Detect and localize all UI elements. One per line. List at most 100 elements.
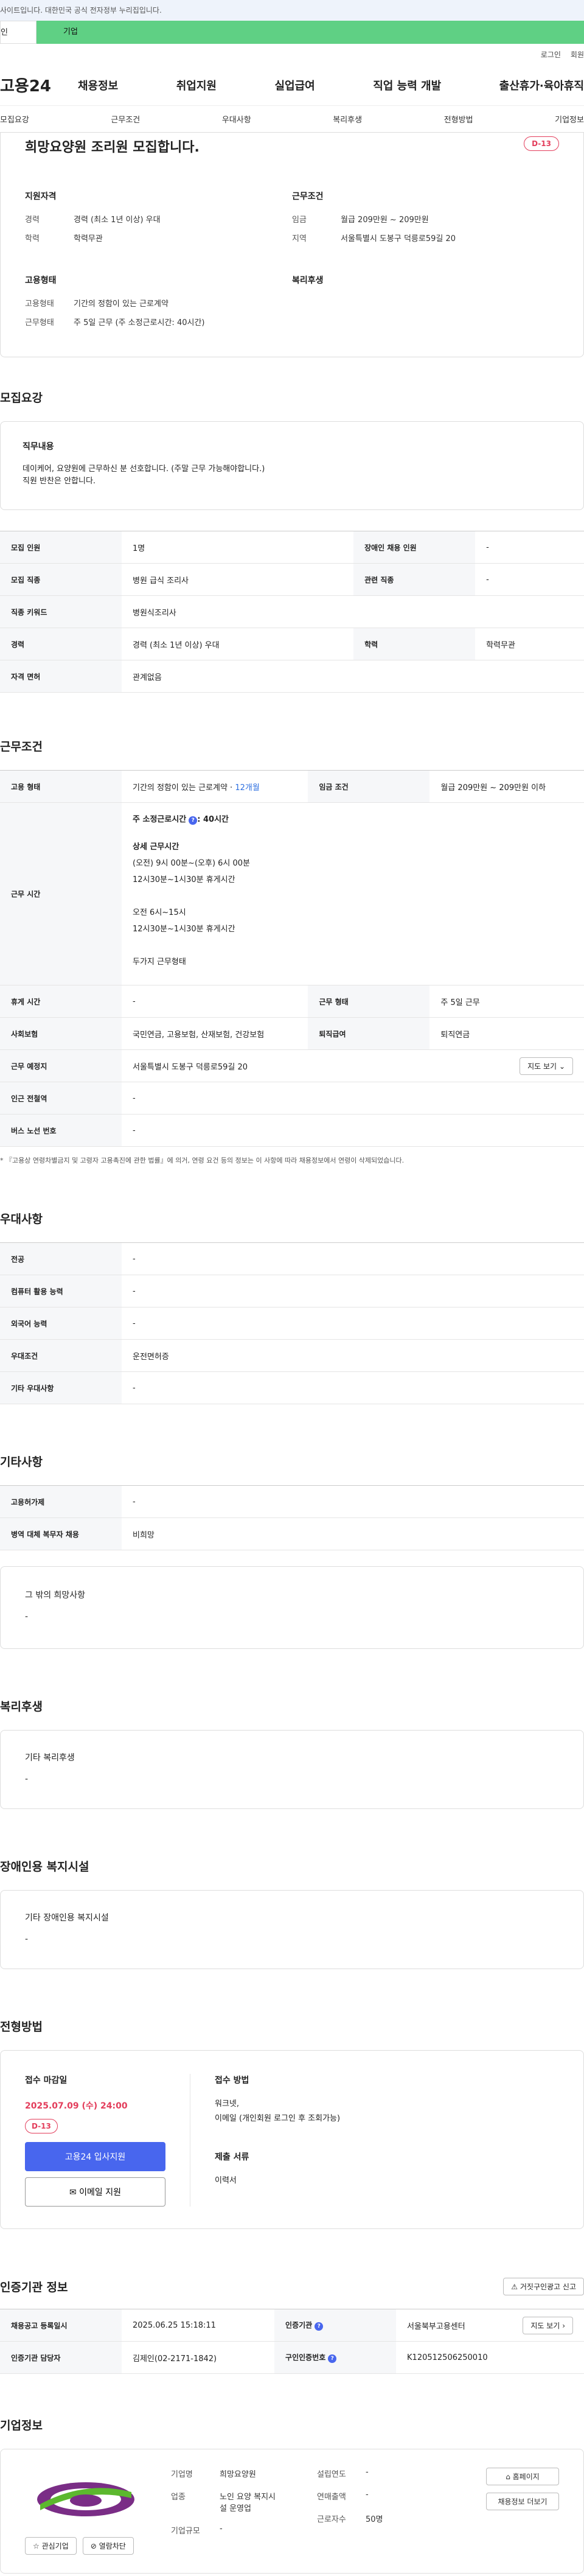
duty-line-2: 직원 반찬은 안합니다. xyxy=(23,477,96,486)
favorite-button[interactable]: ☆ 관심기업 xyxy=(25,2537,77,2555)
email-apply-label: 이메일 지원 xyxy=(79,2188,122,2197)
gnb-item-training[interactable]: 직업 능력 개발 xyxy=(373,77,441,93)
year-value: - xyxy=(366,2468,369,2477)
manager-value: 김제인(02-2171-1842) xyxy=(122,2341,275,2374)
table-row: 휴게 시간 - 근무 형태 주 5일 근무 xyxy=(0,985,584,1018)
more-jobs-button[interactable]: 채용정보 더보기 xyxy=(486,2493,559,2510)
manager-label: 인증기관 담당자 xyxy=(0,2341,122,2374)
employment-heading: 고용형태 xyxy=(25,276,57,285)
hours-detail-title: 상세 근무시간 xyxy=(133,842,179,852)
tab-company[interactable]: 기업 xyxy=(36,21,584,44)
subnav-conditions[interactable]: 근무조건 xyxy=(111,113,140,125)
pref-cond-value: 운전면허증 xyxy=(122,1339,584,1372)
info-icon[interactable]: ? xyxy=(328,2354,337,2363)
alert-icon: ⚠ xyxy=(511,2283,518,2291)
table-row: 모집 인원 1명 장애인 채용 인원 - xyxy=(0,531,584,564)
year-label: 설립연도 xyxy=(317,2470,346,2479)
org-map-button[interactable]: 지도 보기 › xyxy=(523,2316,573,2334)
chevron-down-icon: ⌄ xyxy=(558,1062,565,1071)
worktype-label: 근무 형태 xyxy=(308,985,430,1018)
table-row: 근무 시간 주 소정근로시간?: 40시간 상세 근무시간 (오전) 9시 00… xyxy=(0,802,584,985)
duty-heading: 직무내용 xyxy=(23,442,54,452)
count-label: 모집 인원 xyxy=(0,531,122,564)
org-label: 인증기관 xyxy=(285,2321,313,2329)
gnb-item-leave[interactable]: 출산휴가·육아휴직 xyxy=(499,77,584,93)
table-row: 근무 예정지 서울특별시 도봉구 덕릉로59길 20 지도 보기 ⌄ xyxy=(0,1049,584,1082)
edu-label: 학력 xyxy=(353,628,476,660)
top-tabs: 인 기업 xyxy=(0,21,584,44)
table-row: 고용허가제 - xyxy=(0,1485,584,1518)
map-button[interactable]: 지도 보기 ⌄ xyxy=(520,1057,573,1075)
job-summary-card: 희망요양원 조리원 모집합니다. D-13 지원자격 경력 경력 (최소 1년 이… xyxy=(0,133,584,357)
table-row: 인근 전철역 - xyxy=(0,1082,584,1115)
apply-button[interactable]: 고용24 입사지원 xyxy=(25,2142,165,2171)
org-value: 서울북부고용센터 xyxy=(407,2322,465,2331)
wage-value: 월급 209만원 ~ 209만원 이하 xyxy=(429,770,584,803)
company-name-label: 기업명 xyxy=(171,2470,193,2479)
gnb-item-unemployment[interactable]: 실업급여 xyxy=(275,77,315,93)
recruit-section-title: 모집요강 xyxy=(0,391,43,405)
computer-value: - xyxy=(122,1275,584,1307)
worktype-value: 주 5일 근무 xyxy=(429,985,584,1018)
method-heading: 접수 방법 xyxy=(215,2076,249,2085)
career-label: 경력 xyxy=(25,215,40,225)
industry-value-1: 노인 요양 복지시 xyxy=(220,2493,276,2502)
lang-label: 외국어 능력 xyxy=(0,1307,122,1340)
others-table: 고용허가제 - 병역 대체 복무자 채용 비희망 xyxy=(0,1485,584,1550)
gnb-item-employment[interactable]: 취업지원 xyxy=(176,77,217,93)
subnav-apply[interactable]: 전형방법 xyxy=(444,113,473,125)
misc-value: - xyxy=(25,1612,29,1622)
welfare-section-title: 복리후생 xyxy=(0,1700,43,1713)
table-row: 병역 대체 복무자 채용 비희망 xyxy=(0,1517,584,1550)
retire-label: 퇴직급여 xyxy=(308,1017,430,1050)
subnav-recruit[interactable]: 모집요강 xyxy=(0,113,29,125)
subnav-welfare[interactable]: 복리후생 xyxy=(333,113,362,125)
subnav-company[interactable]: 기업정보 xyxy=(555,113,584,125)
info-icon[interactable]: ? xyxy=(189,816,198,825)
qualification-heading: 지원자격 xyxy=(25,192,57,201)
gnb-item-jobs[interactable]: 채용정보 xyxy=(78,77,118,93)
signup-link[interactable]: 회원 xyxy=(571,49,584,60)
tab-personal[interactable]: 인 xyxy=(0,21,36,44)
size-label: 기업규모 xyxy=(171,2527,200,2536)
info-icon[interactable]: ? xyxy=(315,2322,324,2331)
home-icon: ⌂ xyxy=(506,2473,510,2481)
sales-label: 연매출액 xyxy=(317,2493,346,2502)
conditions-heading: 근무조건 xyxy=(292,192,324,201)
cert-table: 채용공고 등록일시 2025.06.25 15:18:11 인증기관? 서울북부… xyxy=(0,2309,584,2374)
block-icon: ⊘ xyxy=(90,2542,97,2550)
site-logo[interactable]: 고용24 xyxy=(0,74,78,96)
emp-value: 기간의 정함이 있는 근로계약 · xyxy=(133,783,235,793)
company-logo xyxy=(25,2468,147,2529)
block-button[interactable]: ⊘ 열람차단 xyxy=(82,2537,134,2555)
table-row: 컴퓨터 활용 능력 - xyxy=(0,1275,584,1307)
conditions-section-title: 근무조건 xyxy=(0,740,43,754)
star-icon: ☆ xyxy=(33,2542,40,2550)
hours-line: 12시30분~1시30분 휴게시간 xyxy=(133,875,235,884)
career-value: 경력 (최소 1년 이상) 우대 xyxy=(122,628,354,660)
report-button[interactable]: ⚠ 거짓구인광고 신고 xyxy=(503,2278,584,2295)
staff-value: 50명 xyxy=(366,2515,383,2524)
bus-label: 버스 노선 번호 xyxy=(0,1114,122,1147)
region-label: 지역 xyxy=(292,234,307,243)
email-apply-button[interactable]: ✉ 이메일 지원 xyxy=(25,2177,165,2207)
homepage-label: 홈페이지 xyxy=(512,2473,540,2481)
job-value: 병원 급식 조리사 xyxy=(122,563,354,596)
report-label: 거짓구인광고 신고 xyxy=(520,2283,576,2291)
count-value: 1명 xyxy=(122,531,354,564)
subnav-preference[interactable]: 우대사항 xyxy=(222,113,251,125)
keyword-label: 직종 키워드 xyxy=(0,595,122,628)
table-row: 전공 - xyxy=(0,1242,584,1275)
table-row: 모집 직종 병원 급식 조리사 관련 직종 - xyxy=(0,563,584,596)
table-row: 인증기관 담당자 김제인(02-2171-1842) 구인인증번호? K1205… xyxy=(0,2341,584,2374)
login-link[interactable]: 로그인 xyxy=(541,49,561,60)
top-banner: 사이트입니다. 대한민국 공식 전자정부 누리집입니다. xyxy=(0,0,584,21)
cert-num-value: K120512506250010 xyxy=(396,2341,584,2374)
misc-card: 그 밖의 희망사항 - xyxy=(0,1566,584,1649)
disability-section-title: 장애인용 복지시설 xyxy=(0,1860,89,1874)
hours-line: 12시30분~1시30분 휴게시간 xyxy=(133,925,235,934)
place-label: 근무 예정지 xyxy=(0,1049,122,1082)
table-row: 우대조건 운전면허증 xyxy=(0,1339,584,1372)
table-row: 자격 면허 관계없음 xyxy=(0,660,584,693)
rel-value: - xyxy=(475,563,584,596)
